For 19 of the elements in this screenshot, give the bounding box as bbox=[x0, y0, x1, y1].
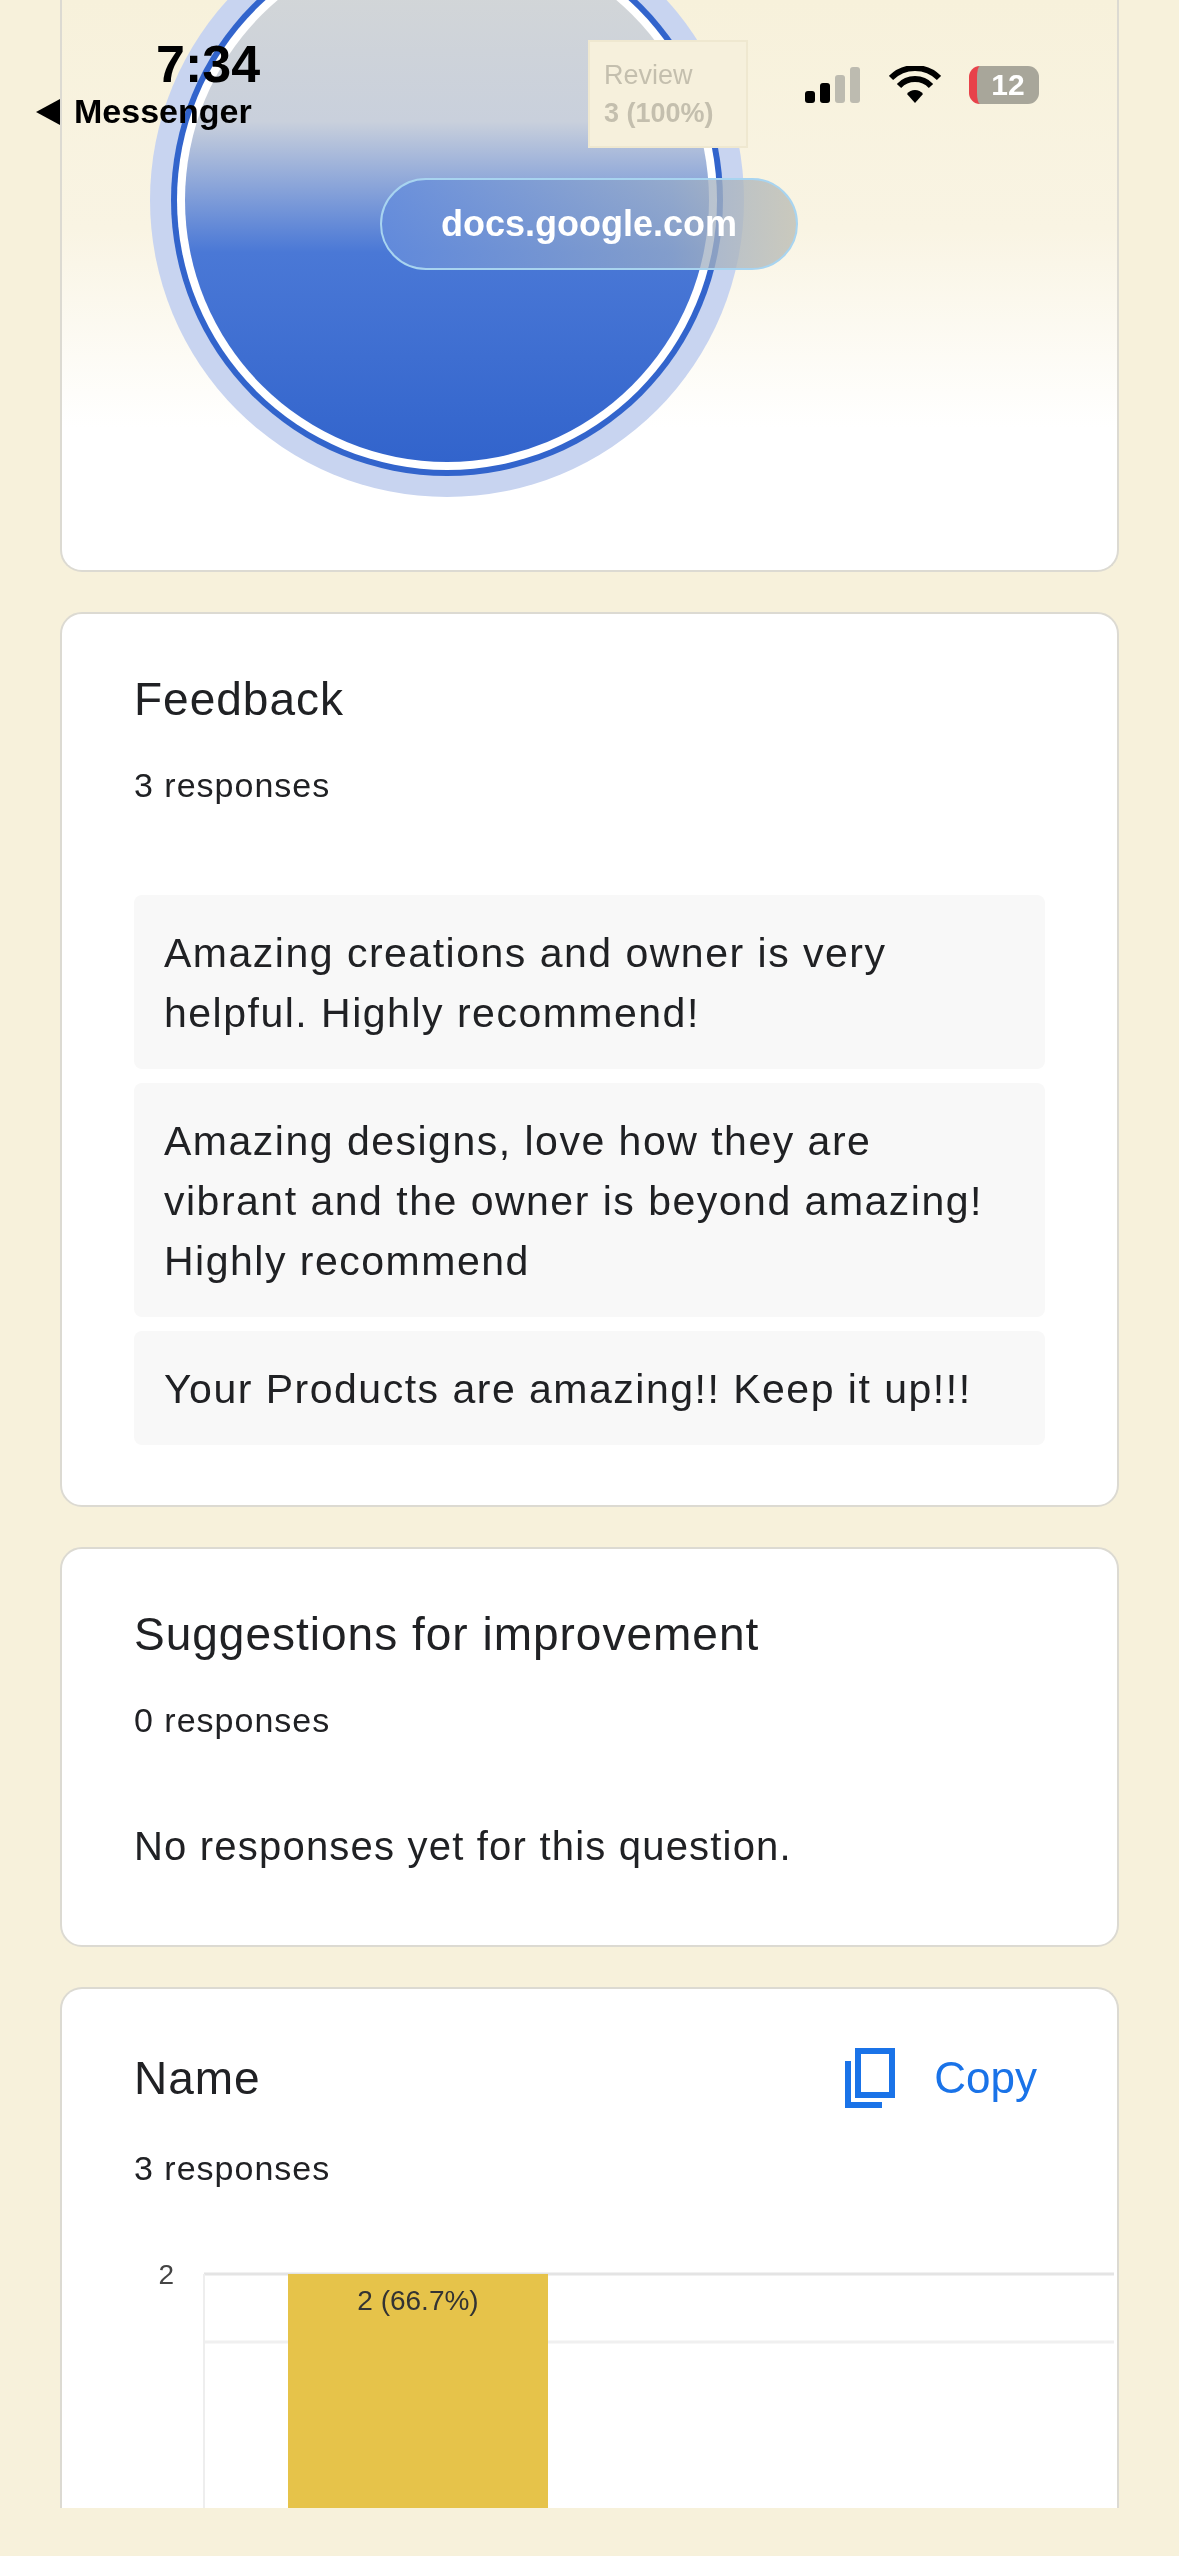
response-text: Amazing creations and owner is very helpful. Highly recommend! bbox=[134, 895, 1045, 1069]
wifi-icon bbox=[889, 66, 941, 104]
response-text: Amazing designs, love how they are vibrant and the owner is beyond amazing! Highly recommend bbox=[134, 1083, 1045, 1317]
response-text: Your Products are amazing!! Keep it up!!! bbox=[134, 1331, 1045, 1445]
question-title: Suggestions for improvement bbox=[134, 1607, 761, 1661]
response-count: 3 responses bbox=[134, 2149, 332, 2188]
address-pill[interactable]: docs.google.com bbox=[380, 178, 798, 270]
signal-icon bbox=[805, 67, 861, 103]
copy-button[interactable]: Copy bbox=[844, 2047, 1037, 2109]
response-count: 0 responses bbox=[134, 1701, 332, 1740]
battery-indicator: 12 bbox=[969, 66, 1039, 104]
copy-icon bbox=[844, 2047, 897, 2109]
back-arrow-icon[interactable] bbox=[36, 98, 60, 125]
empty-message: No responses yet for this question. bbox=[134, 1824, 793, 1869]
question-title: Feedback bbox=[134, 672, 345, 726]
bar-value-label: 2 (66.7%) bbox=[357, 2285, 479, 2316]
response-count: 3 responses bbox=[134, 766, 332, 805]
question-title: Name bbox=[134, 2051, 261, 2105]
axis-tick-label: 2 bbox=[158, 2259, 174, 2290]
